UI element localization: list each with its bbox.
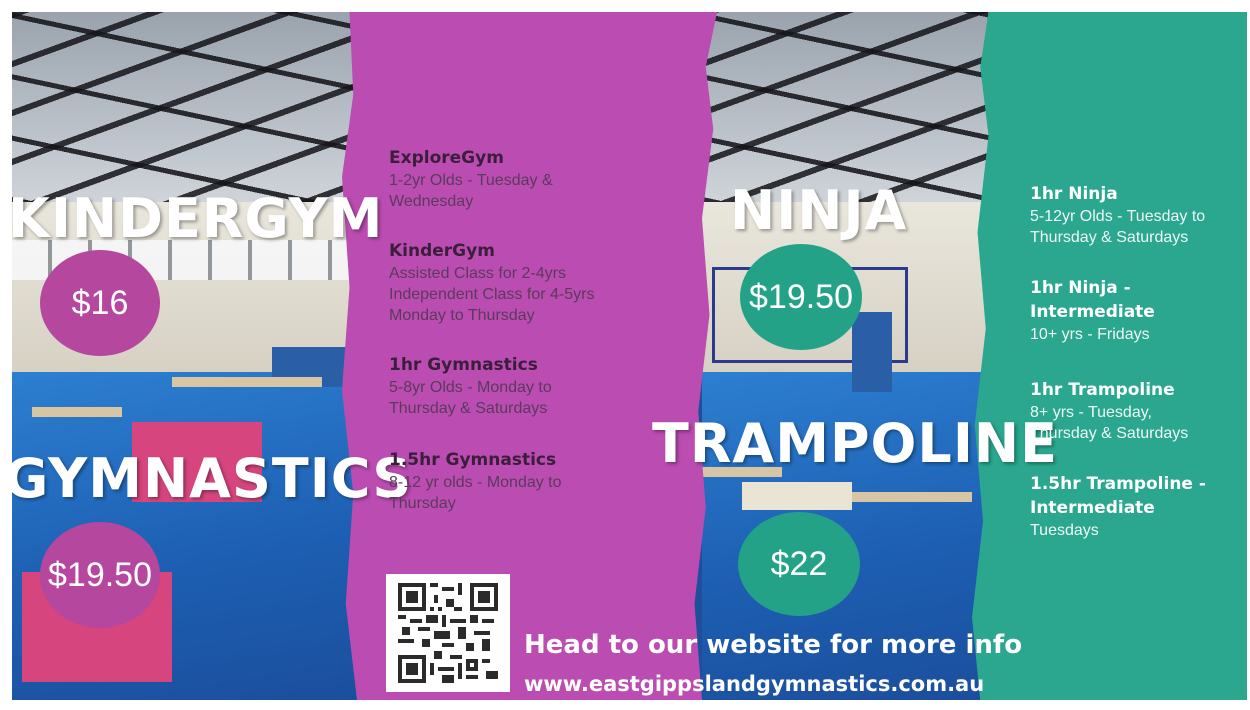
kindergym-heading: KINDERGYM <box>12 187 384 250</box>
gymnastics-price: $19.50 <box>40 522 160 628</box>
ninja-price: $19.50 <box>740 244 862 350</box>
trampoline-price: $22 <box>738 512 860 616</box>
teal-panel <box>972 12 1247 700</box>
gym-photo-right <box>702 12 1002 700</box>
class-info: 1hr Ninja - Intermediate 10+ yrs - Frida… <box>1030 276 1155 345</box>
class-detail: 5-12yr Olds - Tuesday to Thursday & Satu… <box>1030 208 1206 246</box>
website-link[interactable]: www.eastgippslandgymnastics.com.au <box>524 672 984 696</box>
kindergym-price: $16 <box>40 250 160 356</box>
class-title: 1.5hr Gymnastics <box>389 450 557 470</box>
qr-code[interactable] <box>386 574 510 692</box>
class-info: ExploreGym 1-2yr Olds - Tuesday & Wednes… <box>389 146 553 212</box>
ninja-heading: NINJA <box>730 179 908 242</box>
class-title: 1hr Trampoline <box>1030 380 1175 400</box>
trampoline-heading: TRAMPOLINE <box>652 412 1059 475</box>
class-info: 1hr Ninja 5-12yr Olds - Tuesday to Thurs… <box>1030 182 1205 248</box>
class-info: KinderGym Assisted Class for 2-4yrs Inde… <box>389 239 594 326</box>
class-info: 1hr Gymnastics 5-8yr Olds - Monday to Th… <box>389 353 552 419</box>
website-cta: Head to our website for more info <box>524 630 1023 660</box>
class-title: 1hr Ninja - Intermediate <box>1030 278 1155 322</box>
class-detail: 8+ yrs - Tuesday, Thursday & Saturdays <box>1030 404 1189 442</box>
class-title: 1hr Gymnastics <box>389 355 538 375</box>
class-detail: Assisted Class for 2-4yrs Independent Cl… <box>389 265 595 324</box>
class-detail: 5-8yr Olds - Monday to Thursday & Saturd… <box>389 379 552 417</box>
qr-code-icon <box>398 583 498 683</box>
class-detail: Tuesdays <box>1030 522 1099 539</box>
class-title: 1.5hr Trampoline - Intermediate <box>1030 474 1206 518</box>
class-info: 1.5hr Gymnastics 8-12 yr olds - Monday t… <box>389 448 562 514</box>
class-info: 1.5hr Trampoline - Intermediate Tuesdays <box>1030 472 1206 541</box>
class-title: KinderGym <box>389 241 495 261</box>
gymnastics-heading: GYMNASTICS <box>12 447 413 510</box>
class-detail: 8-12 yr olds - Monday to Thursday <box>389 474 562 512</box>
class-detail: 1-2yr Olds - Tuesday & Wednesday <box>389 172 553 210</box>
class-title: 1hr Ninja <box>1030 184 1118 204</box>
class-detail: 10+ yrs - Fridays <box>1030 326 1150 343</box>
flyer: KINDERGYM GYMNASTICS NINJA TRAMPOLINE $1… <box>12 12 1247 700</box>
class-title: ExploreGym <box>389 148 504 168</box>
class-info: 1hr Trampoline 8+ yrs - Tuesday, Thursda… <box>1030 378 1188 444</box>
